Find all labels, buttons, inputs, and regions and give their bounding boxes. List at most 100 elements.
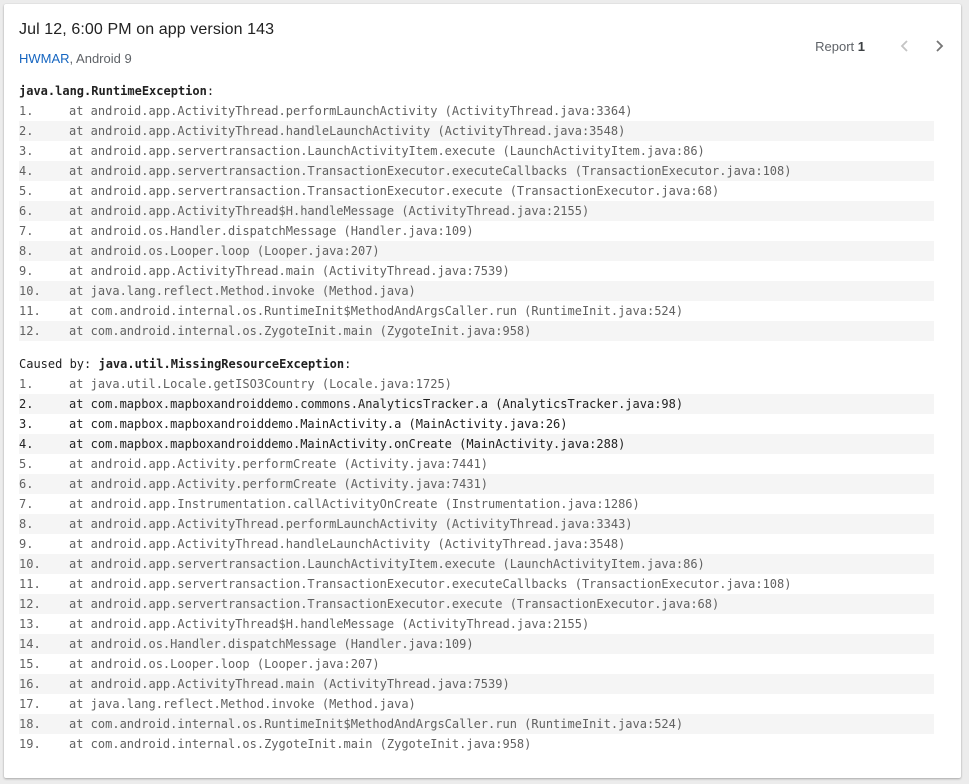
stack-frame-row: 19. at com.android.internal.os.ZygoteInit… — [19, 734, 934, 754]
frame-number: 5. — [19, 457, 34, 471]
caused-by-header: Caused by: java.util.MissingResourceExce… — [19, 357, 352, 371]
frame-text: at android.app.ActivityThread.main (Acti… — [69, 264, 510, 278]
frame-number: 9. — [19, 537, 34, 551]
frame-number: 16. — [19, 677, 41, 691]
stack-frame-row: 8. at android.os.Looper.loop (Looper.java… — [19, 241, 934, 261]
frame-number: 4. — [19, 164, 34, 178]
frame-number: 6. — [19, 204, 34, 218]
frame-text: at android.os.Handler.dispatchMessage (H… — [69, 637, 474, 651]
stack-frame-row: 15. at android.os.Looper.loop (Looper.jav… — [19, 654, 934, 674]
next-report-button[interactable] — [927, 34, 951, 58]
frame-number: 1. — [19, 377, 34, 391]
stack-frame-row: 17. at java.lang.reflect.Method.invoke (M… — [19, 694, 934, 714]
frame-text: at com.mapbox.mapboxandroiddemo.MainActi… — [69, 417, 568, 431]
frame-number: 12. — [19, 597, 41, 611]
stack-frame-row: 5. at android.app.servertransaction.Trans… — [19, 181, 934, 201]
frame-number: 19. — [19, 737, 41, 751]
chevron-left-icon — [900, 40, 908, 52]
frame-text: at com.android.internal.os.RuntimeInit$M… — [69, 717, 684, 731]
stack-frame-row: 5. at android.app.Activity.performCreate … — [19, 454, 934, 474]
os-version: , Android 9 — [69, 51, 132, 66]
frame-text: at com.android.internal.os.RuntimeInit$M… — [69, 304, 684, 318]
stack-frame-row: 12. at android.app.servertransaction.Tran… — [19, 594, 934, 614]
report-navigation: Report 1 — [815, 34, 951, 58]
frame-number: 8. — [19, 244, 34, 258]
stack-frame-row: 3. at android.app.servertransaction.Launc… — [19, 141, 934, 161]
frame-text: at android.app.Activity.performCreate (A… — [69, 477, 489, 491]
frame-number: 3. — [19, 417, 34, 431]
stack-frame-row: 2. at com.mapbox.mapboxandroiddemo.common… — [19, 394, 934, 414]
stack-frame-row: 2. at android.app.ActivityThread.handleLa… — [19, 121, 934, 141]
frame-number: 11. — [19, 304, 41, 318]
frame-number: 11. — [19, 577, 41, 591]
frame-text: at com.mapbox.mapboxandroiddemo.commons.… — [69, 397, 684, 411]
stack-frame-row: 18. at com.android.internal.os.RuntimeIni… — [19, 714, 934, 734]
caused-by-label: Caused by: — [19, 357, 99, 371]
frame-number: 12. — [19, 324, 41, 338]
frame-text: at android.os.Looper.loop (Looper.java:2… — [69, 657, 380, 671]
frame-text: at java.util.Locale.getISO3Country (Loca… — [69, 377, 452, 391]
frame-text: at android.app.servertransaction.Transac… — [69, 577, 792, 591]
stack-frame-row: 3. at com.mapbox.mapboxandroiddemo.MainAc… — [19, 414, 934, 434]
stack-frame-row: 13. at android.app.ActivityThread$H.handl… — [19, 614, 934, 634]
stack-frame-row: 1. at java.util.Locale.getISO3Country (Lo… — [19, 374, 934, 394]
frame-text: at android.app.servertransaction.LaunchA… — [69, 557, 705, 571]
device-info: HWMAR, Android 9 — [19, 51, 132, 66]
frame-text: at android.app.ActivityThread.performLau… — [69, 517, 633, 531]
stack-frame-row: 8. at android.app.ActivityThread.performL… — [19, 514, 934, 534]
frame-text: at android.app.ActivityThread.performLau… — [69, 104, 633, 118]
stack-frame-row: 7. at android.app.Instrumentation.callAct… — [19, 494, 934, 514]
stack-frame-row: 6. at android.app.Activity.performCreate … — [19, 474, 934, 494]
stack-frame-row: 11. at com.android.internal.os.RuntimeIni… — [19, 301, 934, 321]
cause-frames-list: 1. at java.util.Locale.getISO3Country (Lo… — [19, 374, 934, 754]
frame-number: 2. — [19, 397, 34, 411]
frame-text: at android.app.ActivityThread$H.handleMe… — [69, 204, 590, 218]
frame-text: at com.mapbox.mapboxandroiddemo.MainActi… — [69, 437, 626, 451]
report-number: 1 — [857, 38, 865, 54]
stack-frame-row: 12. at com.android.internal.os.ZygoteInit… — [19, 321, 934, 341]
report-counter: Report 1 — [815, 39, 865, 54]
stack-frame-row: 14. at android.os.Handler.dispatchMessage… — [19, 634, 934, 654]
frame-text: at android.app.servertransaction.Transac… — [69, 164, 792, 178]
report-label: Report — [815, 38, 855, 54]
frame-text: at android.app.ActivityThread.main (Acti… — [69, 677, 510, 691]
crash-report-card: Jul 12, 6:00 PM on app version 143 HWMAR… — [4, 4, 961, 778]
frame-number: 8. — [19, 517, 34, 531]
frame-number: 9. — [19, 264, 34, 278]
stack-frame-row: 6. at android.app.ActivityThread$H.handle… — [19, 201, 934, 221]
frame-number: 17. — [19, 697, 41, 711]
page-title: Jul 12, 6:00 PM on app version 143 — [19, 21, 275, 38]
frame-number: 14. — [19, 637, 41, 651]
stack-frame-row: 9. at android.app.ActivityThread.main (Ac… — [19, 261, 934, 281]
stack-frame-row: 16. at android.app.ActivityThread.main (A… — [19, 674, 934, 694]
frame-number: 5. — [19, 184, 34, 198]
frame-text: at android.os.Looper.loop (Looper.java:2… — [69, 244, 380, 258]
stack-frame-row: 9. at android.app.ActivityThread.handleLa… — [19, 534, 934, 554]
stack-frame-row: 1. at android.app.ActivityThread.performL… — [19, 101, 934, 121]
frame-number: 7. — [19, 497, 34, 511]
frame-number: 10. — [19, 557, 41, 571]
frame-text: at java.lang.reflect.Method.invoke (Meth… — [69, 284, 416, 298]
frame-text: at android.app.servertransaction.Transac… — [69, 184, 720, 198]
stack-frame-row: 4. at android.app.servertransaction.Trans… — [19, 161, 934, 181]
frame-text: at android.app.Instrumentation.callActiv… — [69, 497, 640, 511]
stack-frame-row: 10. at android.app.servertransaction.Laun… — [19, 554, 934, 574]
stack-trace: java.lang.RuntimeException: 1. at android… — [19, 81, 934, 754]
frame-number: 3. — [19, 144, 34, 158]
frame-number: 4. — [19, 437, 34, 451]
frame-number: 13. — [19, 617, 41, 631]
frame-number: 2. — [19, 124, 34, 138]
frame-text: at android.app.ActivityThread.handleLaun… — [69, 537, 626, 551]
cause-exception-name: java.util.MissingResourceException — [98, 357, 345, 371]
frame-text: at com.android.internal.os.ZygoteInit.ma… — [69, 737, 532, 751]
device-link[interactable]: HWMAR — [19, 51, 70, 66]
stack-frame-row: 7. at android.os.Handler.dispatchMessage … — [19, 221, 934, 241]
stack-frame-row: 11. at android.app.servertransaction.Tran… — [19, 574, 934, 594]
previous-report-button[interactable] — [893, 34, 917, 58]
stack-frame-row: 10. at java.lang.reflect.Method.invoke (M… — [19, 281, 934, 301]
frame-number: 6. — [19, 477, 34, 491]
main-frames-list: 1. at android.app.ActivityThread.performL… — [19, 101, 934, 341]
chevron-right-icon — [936, 40, 944, 52]
frame-text: at android.app.ActivityThread$H.handleMe… — [69, 617, 590, 631]
